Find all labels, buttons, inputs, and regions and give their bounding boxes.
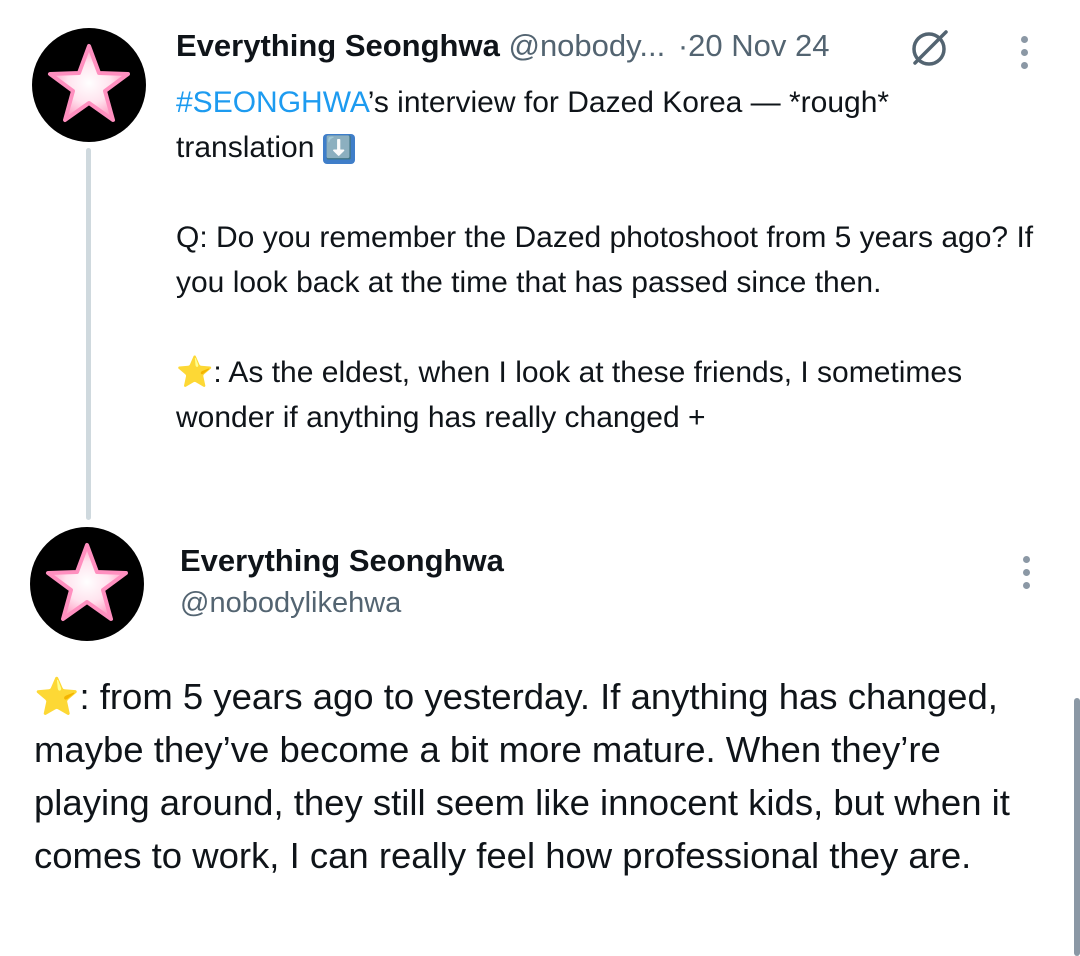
tweet1-line2: translation	[176, 131, 315, 164]
star-emoji: ⭐	[176, 355, 214, 390]
tweet1-header: Everything Seonghwa @nobody... ·20 Nov 2…	[176, 28, 829, 64]
tweet-date[interactable]: 20 Nov 24	[688, 28, 829, 63]
no-entry-icon[interactable]	[904, 24, 954, 74]
scrollbar[interactable]	[1074, 698, 1080, 956]
tweet2-body-text: : from 5 years ago to yesterday. If anyt…	[34, 676, 1010, 876]
author-handle[interactable]: @nobodylikehwa	[180, 585, 401, 621]
avatar-tweet1[interactable]	[32, 28, 146, 142]
tweet1-line1: ’s interview for Dazed Korea — *rough*	[367, 86, 890, 119]
author-handle[interactable]: @nobody...	[508, 28, 665, 63]
tweet1-text: #SEONGHWA’s interview for Dazed Korea — …	[176, 80, 1036, 440]
tweet2-text: ⭐: from 5 years ago to yesterday. If any…	[34, 670, 1044, 882]
author-name[interactable]: Everything Seonghwa	[176, 28, 500, 63]
tweet1-answer: : As the eldest, when I look at these fr…	[176, 356, 963, 434]
down-arrow-emoji: ⬇️	[322, 134, 355, 164]
star-avatar-icon	[48, 44, 130, 122]
author-name[interactable]: Everything Seonghwa	[180, 542, 504, 580]
avatar-tweet2[interactable]	[30, 527, 144, 641]
thread-connector-line	[86, 148, 91, 520]
meta-separator: ·	[677, 28, 689, 63]
more-options-icon[interactable]	[1019, 36, 1029, 75]
more-options-icon[interactable]	[1021, 556, 1031, 595]
hashtag-link[interactable]: #SEONGHWA	[176, 86, 368, 119]
star-avatar-icon	[46, 543, 128, 621]
star-emoji: ⭐	[34, 675, 80, 718]
tweet1-question: Q: Do you remember the Dazed photoshoot …	[176, 221, 1034, 299]
